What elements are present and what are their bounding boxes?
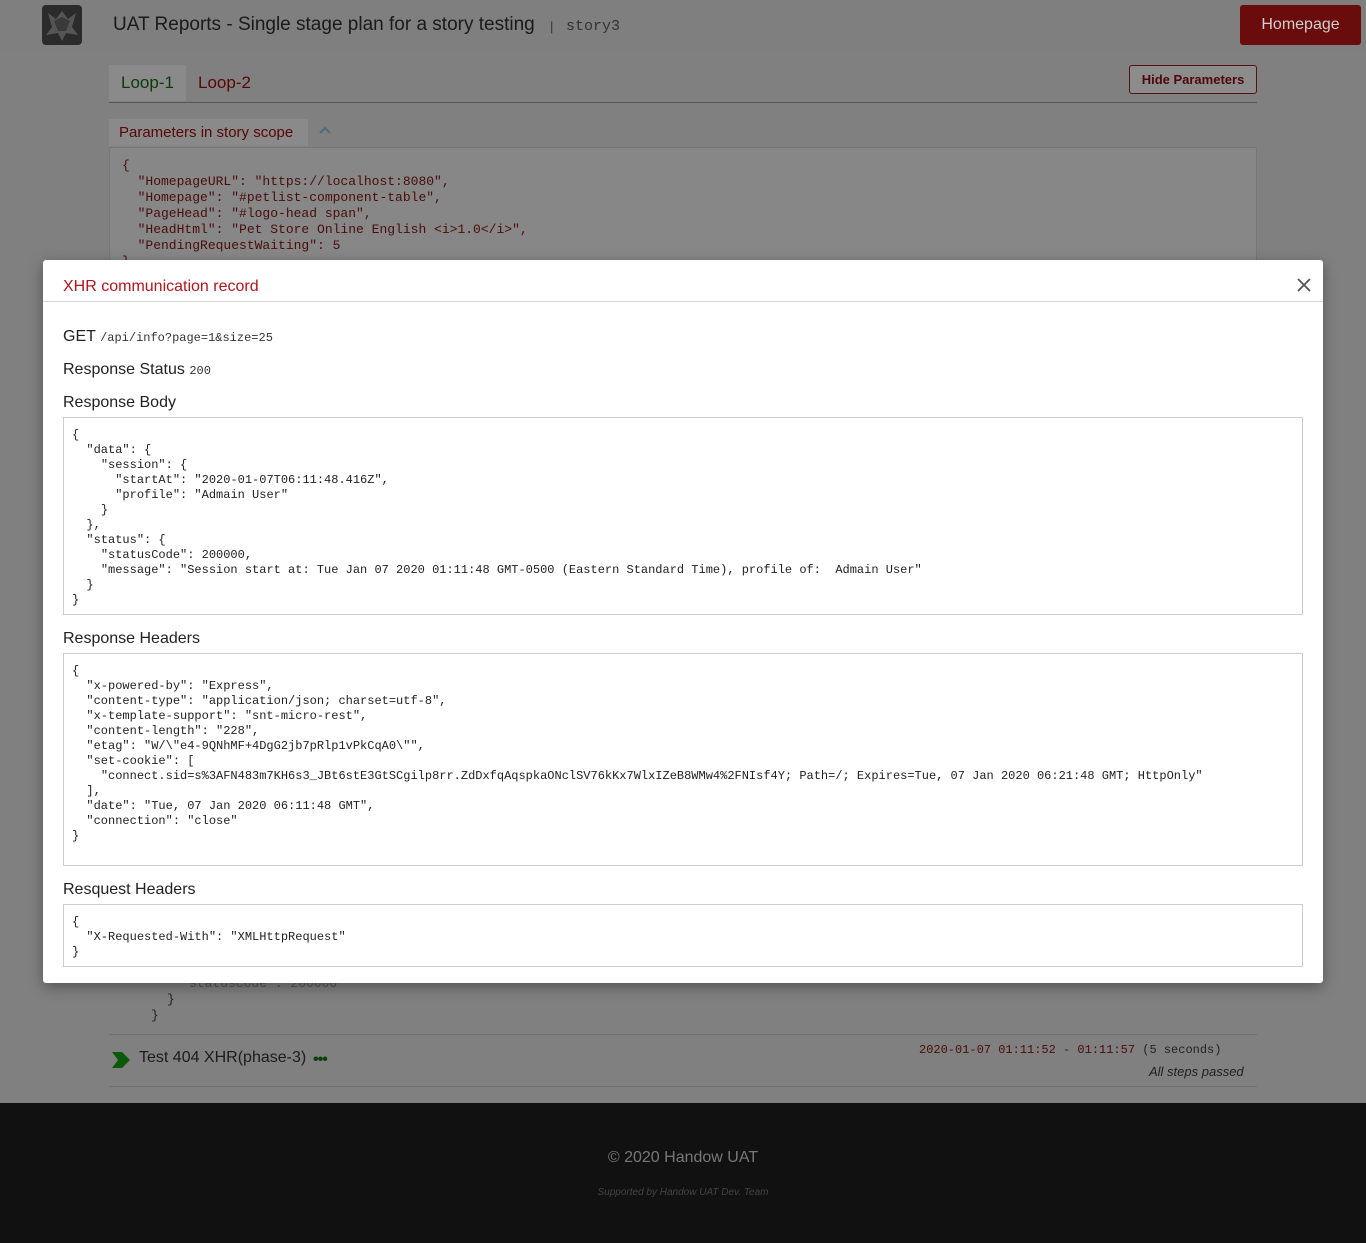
- response-body-label: Response Body: [63, 394, 176, 411]
- footer: © 2020 Handow UAT Supported by Handow UA…: [0, 1103, 1366, 1243]
- homepage-button[interactable]: Homepage: [1240, 5, 1361, 45]
- app-header: UAT Reports - Single stage plan for a st…: [0, 0, 1366, 50]
- phase-status: All steps passed: [1149, 1064, 1244, 1079]
- divider: [109, 1086, 1257, 1087]
- phase-duration: (5 seconds): [1142, 1043, 1222, 1057]
- more-icon[interactable]: •••: [313, 1051, 328, 1069]
- copyright-text: © 2020 Handow UAT: [607, 1149, 759, 1166]
- response-body-box: { "data": { "session": { "startAt": "202…: [63, 417, 1303, 615]
- bg-closing-brace: }: [151, 1008, 159, 1023]
- response-status-value: 200: [189, 364, 211, 378]
- story-name: story3: [566, 18, 621, 35]
- response-status-label: Response Status: [63, 361, 185, 378]
- modal-divider: [43, 301, 1323, 302]
- response-headers-box: { "x-powered-by": "Express", "content-ty…: [63, 653, 1303, 866]
- modal-title: XHR communication record: [63, 278, 259, 295]
- hide-parameters-button[interactable]: Hide Parameters: [1129, 65, 1257, 94]
- params-json-box: { "HomepageURL": "https://localhost:8080…: [109, 147, 1257, 269]
- tab-loop-2[interactable]: Loop-2: [186, 65, 263, 101]
- close-icon[interactable]: [1296, 277, 1312, 293]
- params-section-title[interactable]: Parameters in story scope: [109, 119, 308, 146]
- response-status-line: Response Status 200: [63, 361, 211, 379]
- xhr-record-modal: XHR communication record GET /api/info?p…: [43, 260, 1323, 983]
- bg-closing-brace: }: [167, 992, 175, 1007]
- loop-tabs: Loop-1 Loop-2: [109, 65, 1257, 103]
- supported-by-text: Supported by Handow UAT Dev. Team: [597, 1187, 769, 1198]
- phase-title[interactable]: Test 404 XHR(phase-3): [139, 1049, 306, 1067]
- phase-time-range: 2020-01-07 01:11:52 - 01:11:57: [919, 1043, 1136, 1057]
- request-line: GET /api/info?page=1&size=25: [63, 328, 273, 346]
- request-url: /api/info?page=1&size=25: [100, 331, 273, 345]
- request-headers-json: { "X-Requested-With": "XMLHttpRequest" }: [72, 915, 346, 959]
- title-separator: |: [550, 19, 554, 34]
- response-headers-label: Response Headers: [63, 630, 200, 647]
- divider: [109, 1034, 1257, 1035]
- phase-time: 2020-01-07 01:11:52 - 01:11:57 (5 second…: [919, 1043, 1221, 1057]
- request-headers-label: Resquest Headers: [63, 881, 196, 898]
- request-method: GET: [63, 328, 96, 345]
- caret-up-icon[interactable]: [318, 123, 332, 137]
- tab-loop-1[interactable]: Loop-1: [109, 65, 186, 101]
- params-json: { "HomepageURL": "https://localhost:8080…: [122, 158, 528, 269]
- request-headers-box: { "X-Requested-With": "XMLHttpRequest" }: [63, 904, 1303, 967]
- response-body-json: { "data": { "session": { "startAt": "202…: [72, 428, 922, 607]
- page-title: UAT Reports - Single stage plan for a st…: [113, 14, 535, 35]
- response-headers-json: { "x-powered-by": "Express", "content-ty…: [72, 664, 1203, 843]
- phase-arrow-icon: [112, 1052, 130, 1068]
- handow-logo-icon: [42, 5, 82, 45]
